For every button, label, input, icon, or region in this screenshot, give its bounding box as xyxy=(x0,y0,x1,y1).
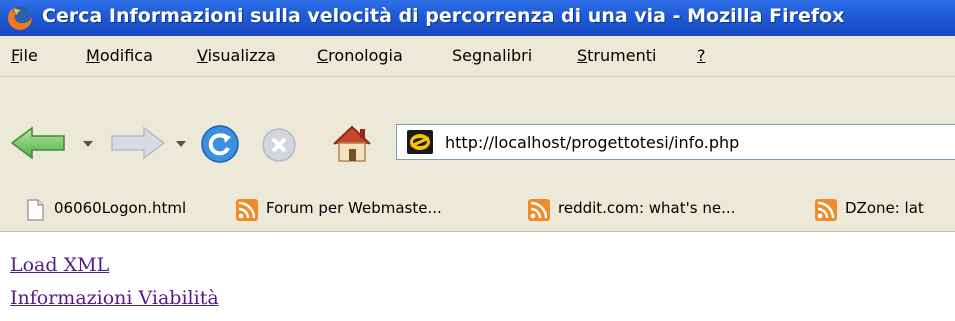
window-title: Cerca Informazioni sulla velocità di per… xyxy=(42,5,845,27)
menu-bar: File Modifica Visualizza Cronologia Segn… xyxy=(0,36,955,77)
back-history-dropdown[interactable] xyxy=(83,141,93,147)
menu-strumenti[interactable]: Strumenti xyxy=(577,46,656,65)
forward-arrow-icon[interactable] xyxy=(108,126,166,160)
bookmark-label: reddit.com: what's ne... xyxy=(558,199,736,217)
load-xml-link[interactable]: Load XML xyxy=(10,254,109,276)
bookmark-label: DZone: lat xyxy=(845,199,924,217)
url-input[interactable] xyxy=(445,129,945,155)
menu-segnalibri[interactable]: Segnalibri xyxy=(452,46,532,65)
bookmark-label: Forum per Webmaste... xyxy=(266,199,442,217)
rss-feed-icon xyxy=(528,199,550,221)
bookmark-dzone[interactable]: DZone: lat xyxy=(815,197,955,223)
navigation-toolbar xyxy=(0,77,955,189)
title-bar[interactable]: Cerca Informazioni sulla velocità di per… xyxy=(0,0,955,36)
bookmark-reddit[interactable]: reddit.com: what's ne... xyxy=(528,197,758,223)
rss-feed-icon xyxy=(236,199,258,221)
menu-modifica[interactable]: Modifica xyxy=(86,46,153,65)
bookmark-label: 06060Logon.html xyxy=(54,199,187,217)
back-arrow-icon[interactable] xyxy=(10,126,68,160)
informazioni-viabilita-link[interactable]: Informazioni Viabilità xyxy=(10,287,219,309)
menu-help[interactable]: ? xyxy=(697,46,706,65)
home-icon[interactable] xyxy=(330,122,374,164)
menu-file[interactable]: File xyxy=(11,46,38,65)
stop-icon[interactable] xyxy=(260,126,298,164)
rss-feed-icon xyxy=(815,199,837,221)
bookmarks-toolbar: 06060Logon.html Forum per Webmaste... re… xyxy=(0,189,955,232)
page-content: Load XML Informazioni Viabilità xyxy=(0,232,955,321)
bookmark-forum-webmaster[interactable]: Forum per Webmaste... xyxy=(236,197,466,223)
page-icon xyxy=(27,199,44,221)
address-bar xyxy=(396,124,955,160)
firefox-icon xyxy=(8,6,32,30)
menu-visualizza[interactable]: Visualizza xyxy=(197,46,276,65)
site-favicon-icon xyxy=(407,130,433,154)
forward-history-dropdown[interactable] xyxy=(176,141,186,147)
bookmark-06060logon[interactable]: 06060Logon.html xyxy=(24,197,214,223)
reload-icon[interactable] xyxy=(200,124,240,164)
menu-cronologia[interactable]: Cronologia xyxy=(317,46,403,65)
